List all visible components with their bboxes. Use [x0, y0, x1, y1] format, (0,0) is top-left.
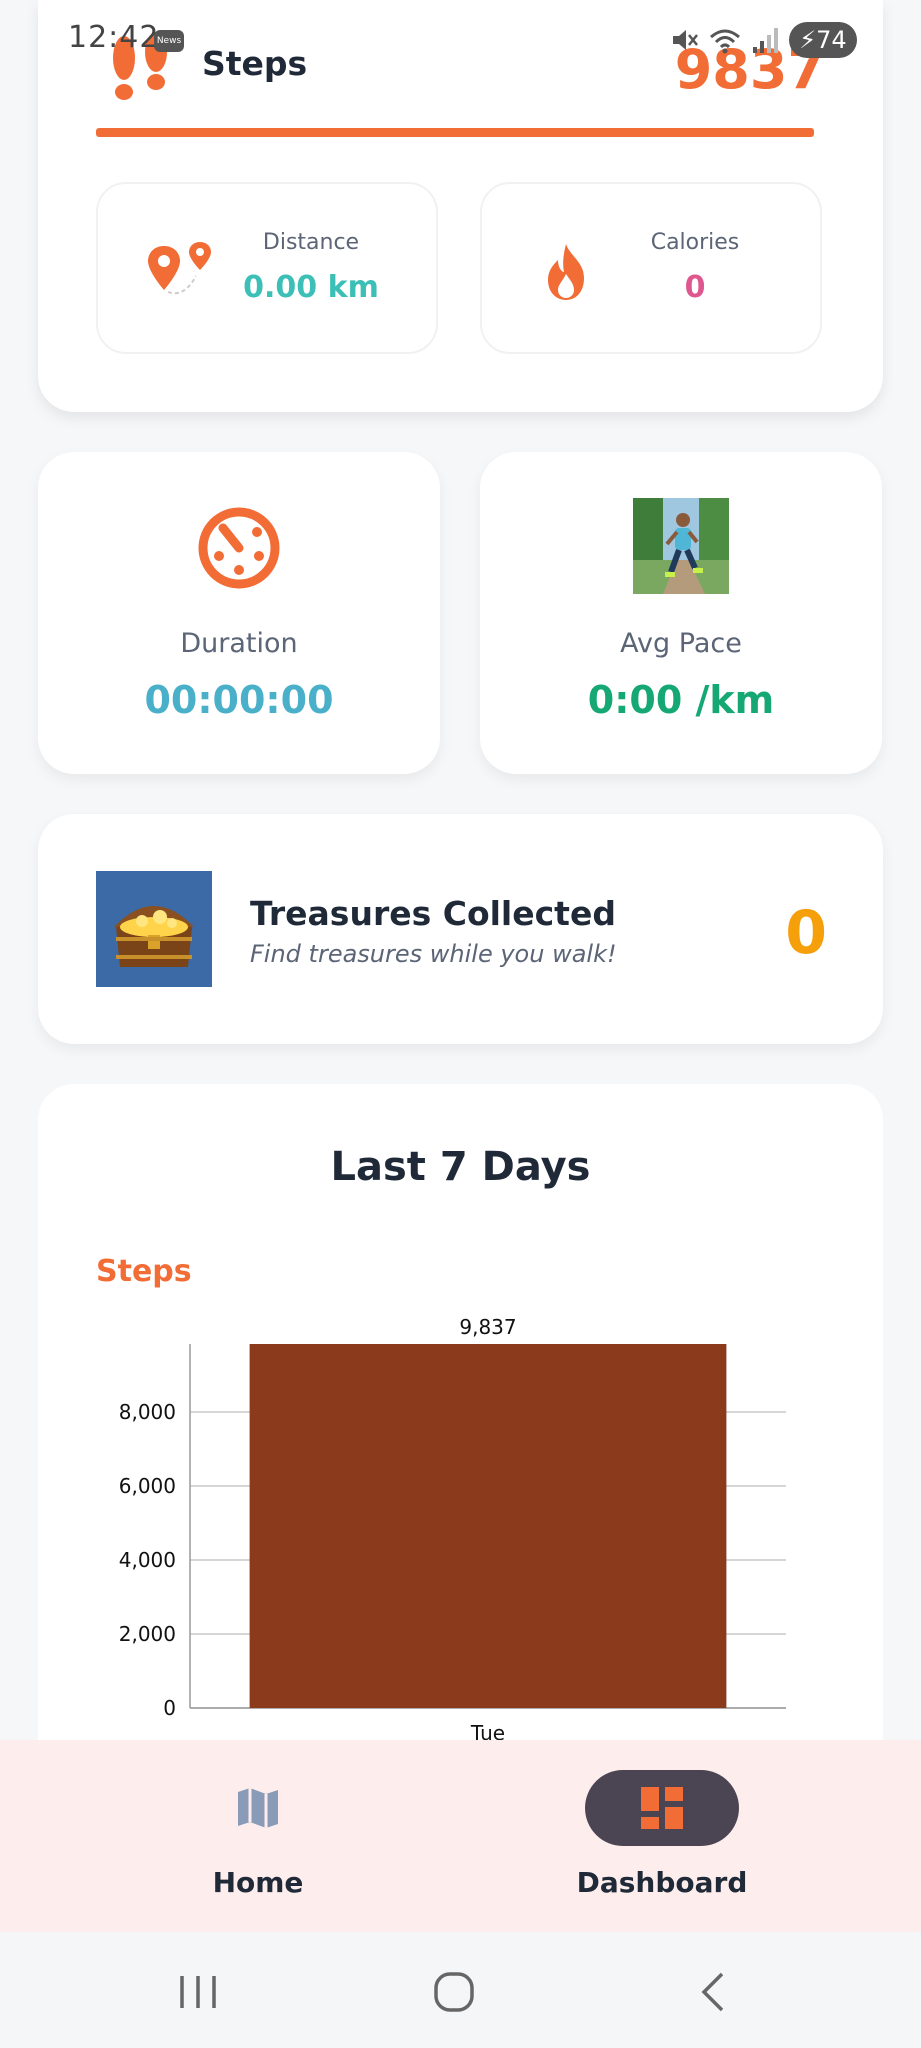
system-navigation-bar [0, 1932, 921, 2048]
status-time: 12:42 [68, 20, 160, 55]
steps-bar-chart: 02,0004,0006,0008,0009,837Tue [119, 1315, 786, 1744]
y-tick-label: 6,000 [119, 1474, 176, 1498]
duration-label: Duration [180, 628, 298, 659]
calories-card[interactable]: Calories 0 [480, 182, 822, 354]
mute-icon [673, 30, 698, 50]
y-tick-label: 4,000 [119, 1548, 176, 1572]
treasures-title: Treasures Collected [250, 894, 616, 933]
avg-pace-label: Avg Pace [620, 628, 742, 659]
distance-value: 0.00 km [243, 270, 379, 305]
recents-icon[interactable] [168, 1962, 228, 2022]
wifi-icon [710, 29, 740, 54]
flame-icon [548, 244, 584, 300]
bottom-navigation: Home Dashboard [0, 1740, 921, 1932]
nav-home[interactable]: Home [138, 1770, 378, 1910]
avg-pace-card[interactable]: Avg Pace 0:00 /km [480, 452, 882, 774]
battery-icon: ⚡74 [789, 22, 857, 58]
home-circle-icon[interactable] [424, 1962, 484, 2022]
back-icon[interactable] [684, 1962, 744, 2022]
treasures-card[interactable]: Treasures Collected Find treasures while… [38, 814, 883, 1044]
treasures-count: 0 [785, 898, 827, 968]
distance-label: Distance [262, 230, 360, 255]
chart-bar [249, 1344, 727, 1708]
map-icon [238, 1788, 278, 1828]
steps-progress-bar [96, 128, 814, 137]
status-icons: ⚡74 [669, 20, 857, 60]
distance-card[interactable]: Distance 0.00 km [96, 182, 438, 354]
avg-pace-value: 0:00 /km [587, 678, 775, 722]
duration-card[interactable]: Duration 00:00:00 [38, 452, 440, 774]
chart-series-label: Steps [96, 1254, 192, 1289]
calories-label: Calories [650, 230, 740, 255]
dashboard-icon [641, 1787, 683, 1829]
nav-dashboard[interactable]: Dashboard [542, 1770, 782, 1910]
signal-icon [753, 28, 778, 53]
y-tick-label: 8,000 [119, 1400, 176, 1424]
stopwatch-icon [198, 507, 280, 589]
runner-image [633, 498, 729, 594]
status-bar: 12:42 News ⚡74 [0, 0, 921, 80]
treasures-subtitle: Find treasures while you walk! [250, 940, 617, 968]
bar-data-label: 9,837 [459, 1315, 516, 1339]
treasure-chest-image [96, 871, 212, 987]
nav-home-label: Home [212, 1866, 304, 1899]
y-tick-label: 0 [163, 1696, 176, 1720]
battery-level: 74 [816, 26, 847, 54]
news-badge: News [154, 30, 184, 52]
y-tick-label: 2,000 [119, 1622, 176, 1646]
nav-dashboard-label: Dashboard [576, 1866, 748, 1899]
nav-home-icon-wrap [181, 1770, 335, 1846]
nav-dashboard-icon-wrap [585, 1770, 739, 1846]
chart-title: Last 7 Days [330, 1144, 591, 1190]
map-pin-icon [148, 242, 211, 295]
duration-value: 00:00:00 [144, 678, 334, 722]
calories-value: 0 [684, 270, 706, 305]
